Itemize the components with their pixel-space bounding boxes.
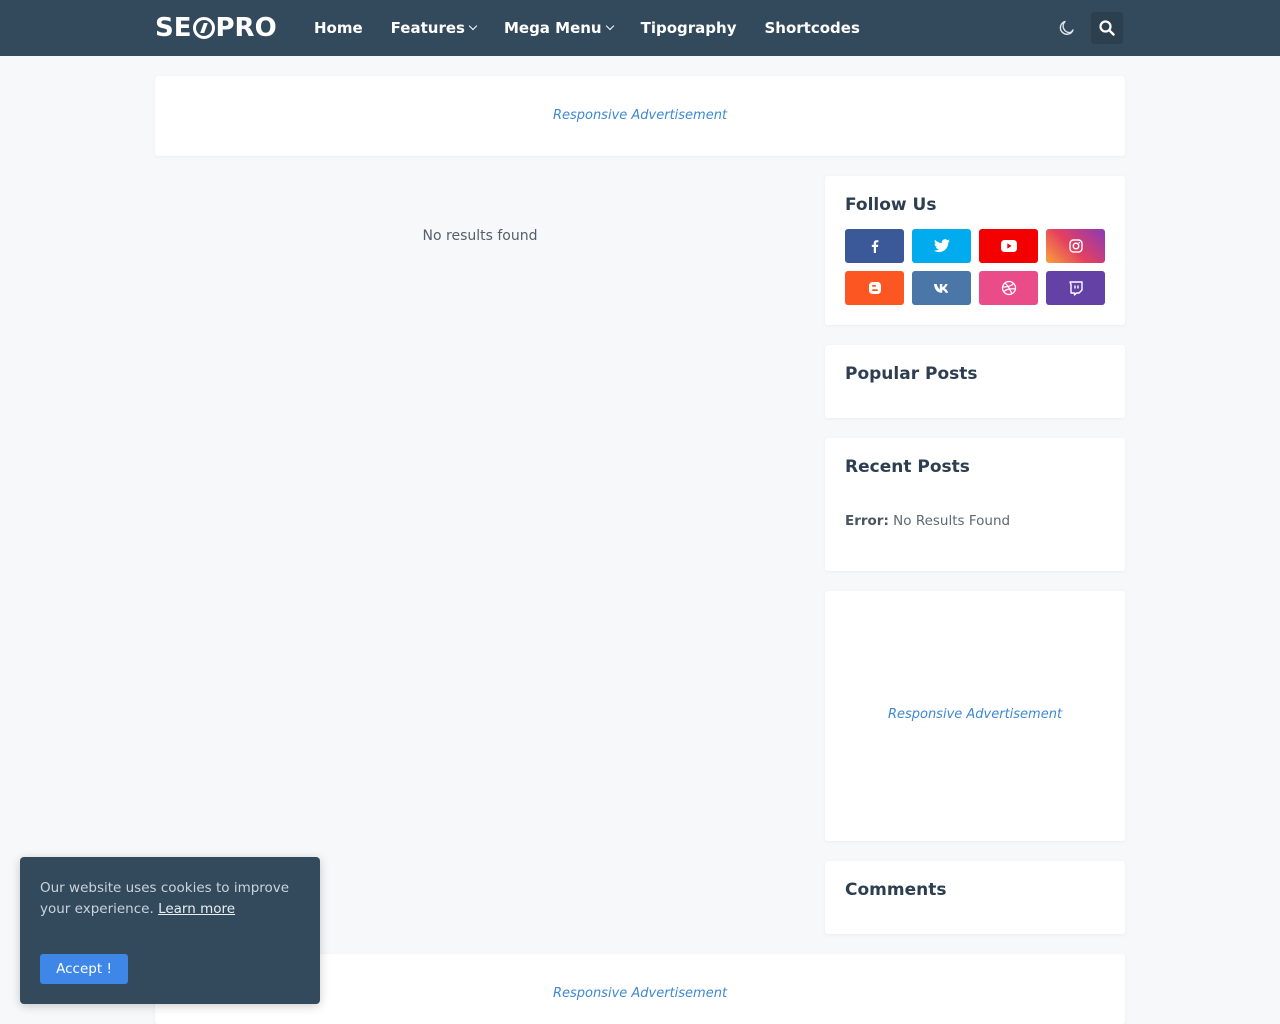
youtube-button[interactable] [979,229,1038,263]
search-icon [1099,20,1115,36]
blogger-icon [868,282,881,294]
top-ad-label: Responsive Advertisement [552,108,728,123]
popular-posts-widget: Popular Posts [825,345,1125,418]
sidebar-ad-label: Responsive Advertisement [887,707,1063,722]
error-text: No Results Found [893,513,1011,529]
nav-features[interactable]: Features [390,19,478,37]
nav-tipography[interactable]: Tipography [641,19,737,37]
comments-widget: Comments [825,861,1125,934]
follow-us-title: Follow Us [845,195,937,215]
nav-home[interactable]: Home [314,19,363,37]
dribbble-button[interactable] [979,271,1038,305]
youtube-icon [1000,240,1017,252]
chevron-down-icon [605,21,614,31]
main-nav: Home Features Mega Menu Tipography Short… [300,0,874,56]
blogger-button[interactable] [845,271,904,305]
nav-mega-menu-label: Mega Menu [503,19,602,37]
search-button[interactable] [1091,12,1123,44]
cookie-message: Our website uses cookies to improve your… [40,878,308,920]
site-header: SE PRO Home Features Mega Menu Tipograph… [0,0,1280,56]
error-label: Error: [845,513,889,529]
site-logo[interactable]: SE PRO [155,12,277,44]
logo-mark-icon [192,17,215,39]
no-results-message: No results found [422,228,538,244]
accept-cookies-button[interactable]: Accept ! [40,954,128,984]
nav-features-label: Features [390,19,465,37]
instagram-icon [1068,239,1083,253]
instagram-button[interactable] [1046,229,1105,263]
facebook-icon [871,240,878,253]
nav-home-label: Home [314,19,363,37]
facebook-button[interactable] [845,229,904,263]
nav-tipography-label: Tipography [640,19,737,37]
recent-posts-widget: Recent Posts Error: No Results Found [825,438,1125,571]
recent-posts-error: Error: No Results Found [845,513,1010,529]
cookie-consent-banner: Our website uses cookies to improve your… [20,857,320,1004]
comments-title: Comments [845,880,947,900]
moon-icon[interactable] [1057,18,1077,38]
top-ad-banner[interactable]: Responsive Advertisement [155,76,1125,156]
nav-mega-menu[interactable]: Mega Menu [503,19,614,37]
logo-text-left: SE [155,13,192,43]
sidebar-ad-banner[interactable]: Responsive Advertisement [825,591,1125,841]
vk-icon [933,283,948,293]
nav-shortcodes[interactable]: Shortcodes [764,19,859,37]
dribbble-icon [1001,280,1016,296]
twitter-icon [933,239,950,253]
chevron-down-icon [468,21,478,31]
popular-posts-title: Popular Posts [845,364,978,384]
twitch-button[interactable] [1046,271,1105,305]
twitch-icon [1069,280,1083,296]
recent-posts-title: Recent Posts [845,457,970,477]
logo-text-right: PRO [215,13,277,43]
follow-us-widget: Follow Us [825,176,1125,325]
vk-button[interactable] [912,271,971,305]
nav-shortcodes-label: Shortcodes [764,19,860,37]
twitter-button[interactable] [912,229,971,263]
learn-more-link[interactable]: Learn more [158,901,235,917]
